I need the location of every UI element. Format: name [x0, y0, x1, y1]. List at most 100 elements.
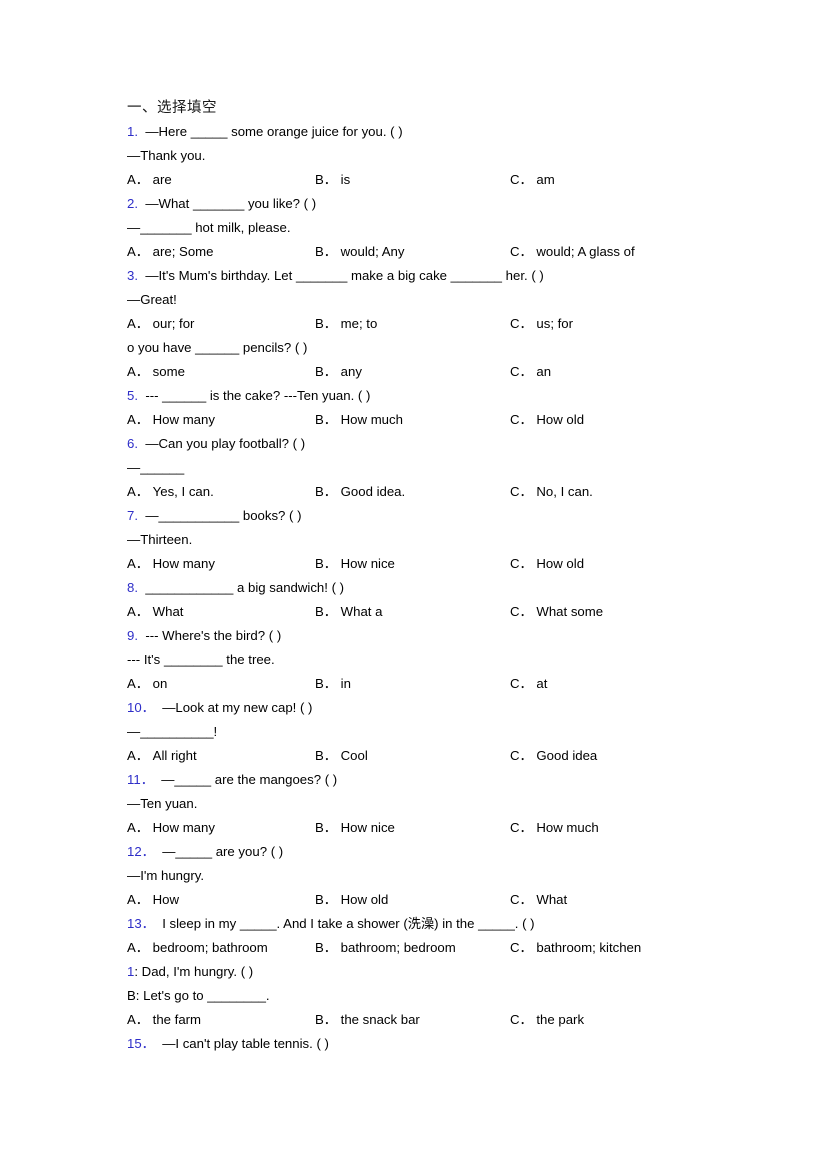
- option-c[interactable]: C． the park: [510, 1008, 584, 1032]
- option-letter: B．: [315, 748, 337, 763]
- question-number: 5.: [127, 388, 138, 403]
- options-row: A． bedroom; bathroom B． bathroom; bedroom…: [127, 936, 727, 960]
- option-c[interactable]: C． What some: [510, 600, 603, 624]
- option-c[interactable]: C． at: [510, 672, 547, 696]
- option-b[interactable]: B． the snack bar: [315, 1008, 420, 1032]
- option-a[interactable]: A． on: [127, 672, 167, 696]
- option-b[interactable]: B． me; to: [315, 312, 377, 336]
- option-letter: B．: [315, 412, 337, 427]
- option-text: How nice: [340, 556, 395, 571]
- option-a[interactable]: A． How many: [127, 552, 215, 576]
- question-extra-line: —Ten yuan.: [127, 796, 198, 811]
- option-b[interactable]: B． in: [315, 672, 351, 696]
- option-letter: A．: [127, 556, 149, 571]
- question-extra-line: --- It's ________ the tree.: [127, 652, 275, 667]
- option-c[interactable]: C． am: [510, 168, 555, 192]
- option-a[interactable]: A． the farm: [127, 1008, 201, 1032]
- option-letter: A．: [127, 820, 149, 835]
- option-letter: C．: [510, 244, 533, 259]
- option-a[interactable]: A． Yes, I can.: [127, 480, 214, 504]
- question-stem-line: 9. --- Where's the bird? ( ): [127, 624, 727, 648]
- option-a[interactable]: A． All right: [127, 744, 197, 768]
- question-number: 11．: [127, 772, 154, 787]
- option-b[interactable]: B． How nice: [315, 816, 395, 840]
- option-text: me; to: [340, 316, 378, 331]
- question-block: 11． —_____ are the mangoes? ( ) —Ten yuan…: [127, 768, 727, 840]
- question-block: 7. —___________ books? ( ) —Thirteen. A． H…: [127, 504, 727, 576]
- option-b[interactable]: B． How nice: [315, 552, 395, 576]
- options-row: A． our; for B． me; to C． us; for: [127, 312, 727, 336]
- option-b[interactable]: B． Good idea.: [315, 480, 405, 504]
- question-stem-line: 12． —_____ are you? ( ): [127, 840, 727, 864]
- option-c[interactable]: C． What: [510, 888, 567, 912]
- option-b[interactable]: B． Cool: [315, 744, 368, 768]
- question-number: 13．: [127, 916, 155, 931]
- option-letter: B．: [315, 316, 337, 331]
- options-row: A． are; Some B． would; Any C． would; A gla…: [127, 240, 727, 264]
- option-c[interactable]: C． us; for: [510, 312, 573, 336]
- option-b[interactable]: B． is: [315, 168, 350, 192]
- option-text: How many: [152, 556, 215, 571]
- option-b[interactable]: B． bathroom; bedroom: [315, 936, 456, 960]
- question-number: 1.: [127, 124, 138, 139]
- option-text: How old: [536, 412, 585, 427]
- option-text: How old: [536, 556, 585, 571]
- question-block: 8. ____________ a big sandwich! ( ) A． Wh…: [127, 576, 727, 624]
- option-b[interactable]: B． would; Any: [315, 240, 404, 264]
- question-stem: --- Where's the bird? ( ): [145, 628, 282, 643]
- option-b[interactable]: B． How much: [315, 408, 403, 432]
- option-text: are; Some: [152, 244, 214, 259]
- question-number: 2.: [127, 196, 138, 211]
- option-a[interactable]: A． are; Some: [127, 240, 214, 264]
- question-stem-line: 13． I sleep in my _____. And I take a sh…: [127, 912, 727, 936]
- option-letter: A．: [127, 892, 149, 907]
- option-a[interactable]: A． How: [127, 888, 179, 912]
- question-number: 3.: [127, 268, 138, 283]
- question-stem: —Can you play football? ( ): [145, 436, 306, 451]
- option-a[interactable]: A． our; for: [127, 312, 194, 336]
- options-row: A． the farm B． the snack bar C． the park: [127, 1008, 727, 1032]
- option-a[interactable]: A． How many: [127, 408, 215, 432]
- option-text: any: [340, 364, 362, 379]
- option-letter: A．: [127, 676, 149, 691]
- option-c[interactable]: C． How much: [510, 816, 599, 840]
- option-c[interactable]: C． bathroom; kitchen: [510, 936, 641, 960]
- option-c[interactable]: C． Good idea: [510, 744, 597, 768]
- question-stem: I sleep in my _____. And I take a shower…: [162, 916, 535, 931]
- question-stem: —What _______ you like? ( ): [145, 196, 317, 211]
- option-text: Good idea: [536, 748, 598, 763]
- option-letter: B．: [315, 364, 337, 379]
- question-stem-line: 1. —Here _____ some orange juice for you…: [127, 120, 727, 144]
- option-letter: B．: [315, 1012, 337, 1027]
- worksheet-content: 一、选择填空 1. —Here _____ some orange juice …: [127, 98, 727, 1056]
- question-block: 1. —Here _____ some orange juice for you…: [127, 120, 727, 192]
- question-number: 7.: [127, 508, 138, 523]
- question-stem: —_____ are you? ( ): [162, 844, 284, 859]
- option-c[interactable]: C． How old: [510, 552, 584, 576]
- question-block: 2. —What _______ you like? ( ) —_______ h…: [127, 192, 727, 264]
- option-c[interactable]: C． How old: [510, 408, 584, 432]
- option-b[interactable]: B． any: [315, 360, 362, 384]
- question-extra-line: B: Let's go to ________.: [127, 988, 270, 1003]
- option-a[interactable]: A． are: [127, 168, 172, 192]
- question-stem-line: 7. —___________ books? ( ): [127, 504, 727, 528]
- option-b[interactable]: B． How old: [315, 888, 388, 912]
- option-text: am: [536, 172, 555, 187]
- option-c[interactable]: C． No, I can.: [510, 480, 593, 504]
- option-a[interactable]: A． some: [127, 360, 185, 384]
- option-a[interactable]: A． What: [127, 600, 183, 624]
- option-a[interactable]: A． bedroom; bathroom: [127, 936, 268, 960]
- option-c[interactable]: C． an: [510, 360, 551, 384]
- option-a[interactable]: A． How many: [127, 816, 215, 840]
- option-b[interactable]: B． What a: [315, 600, 382, 624]
- question-block: o you have ______ pencils? ( ) A． some B． …: [127, 336, 727, 384]
- option-text: would; Any: [340, 244, 405, 259]
- question-stem-line: 8. ____________ a big sandwich! ( ): [127, 576, 727, 600]
- question-stem-line: 2. —What _______ you like? ( ): [127, 192, 727, 216]
- option-c[interactable]: C． would; A glass of: [510, 240, 635, 264]
- option-text: bathroom; bedroom: [340, 940, 456, 955]
- question-stem-line: 10． —Look at my new cap! ( ): [127, 696, 727, 720]
- question-block: 12． —_____ are you? ( ) —I'm hungry. A． Ho…: [127, 840, 727, 912]
- question-stem: —It's Mum's birthday. Let _______ make a…: [145, 268, 544, 283]
- option-letter: A．: [127, 244, 149, 259]
